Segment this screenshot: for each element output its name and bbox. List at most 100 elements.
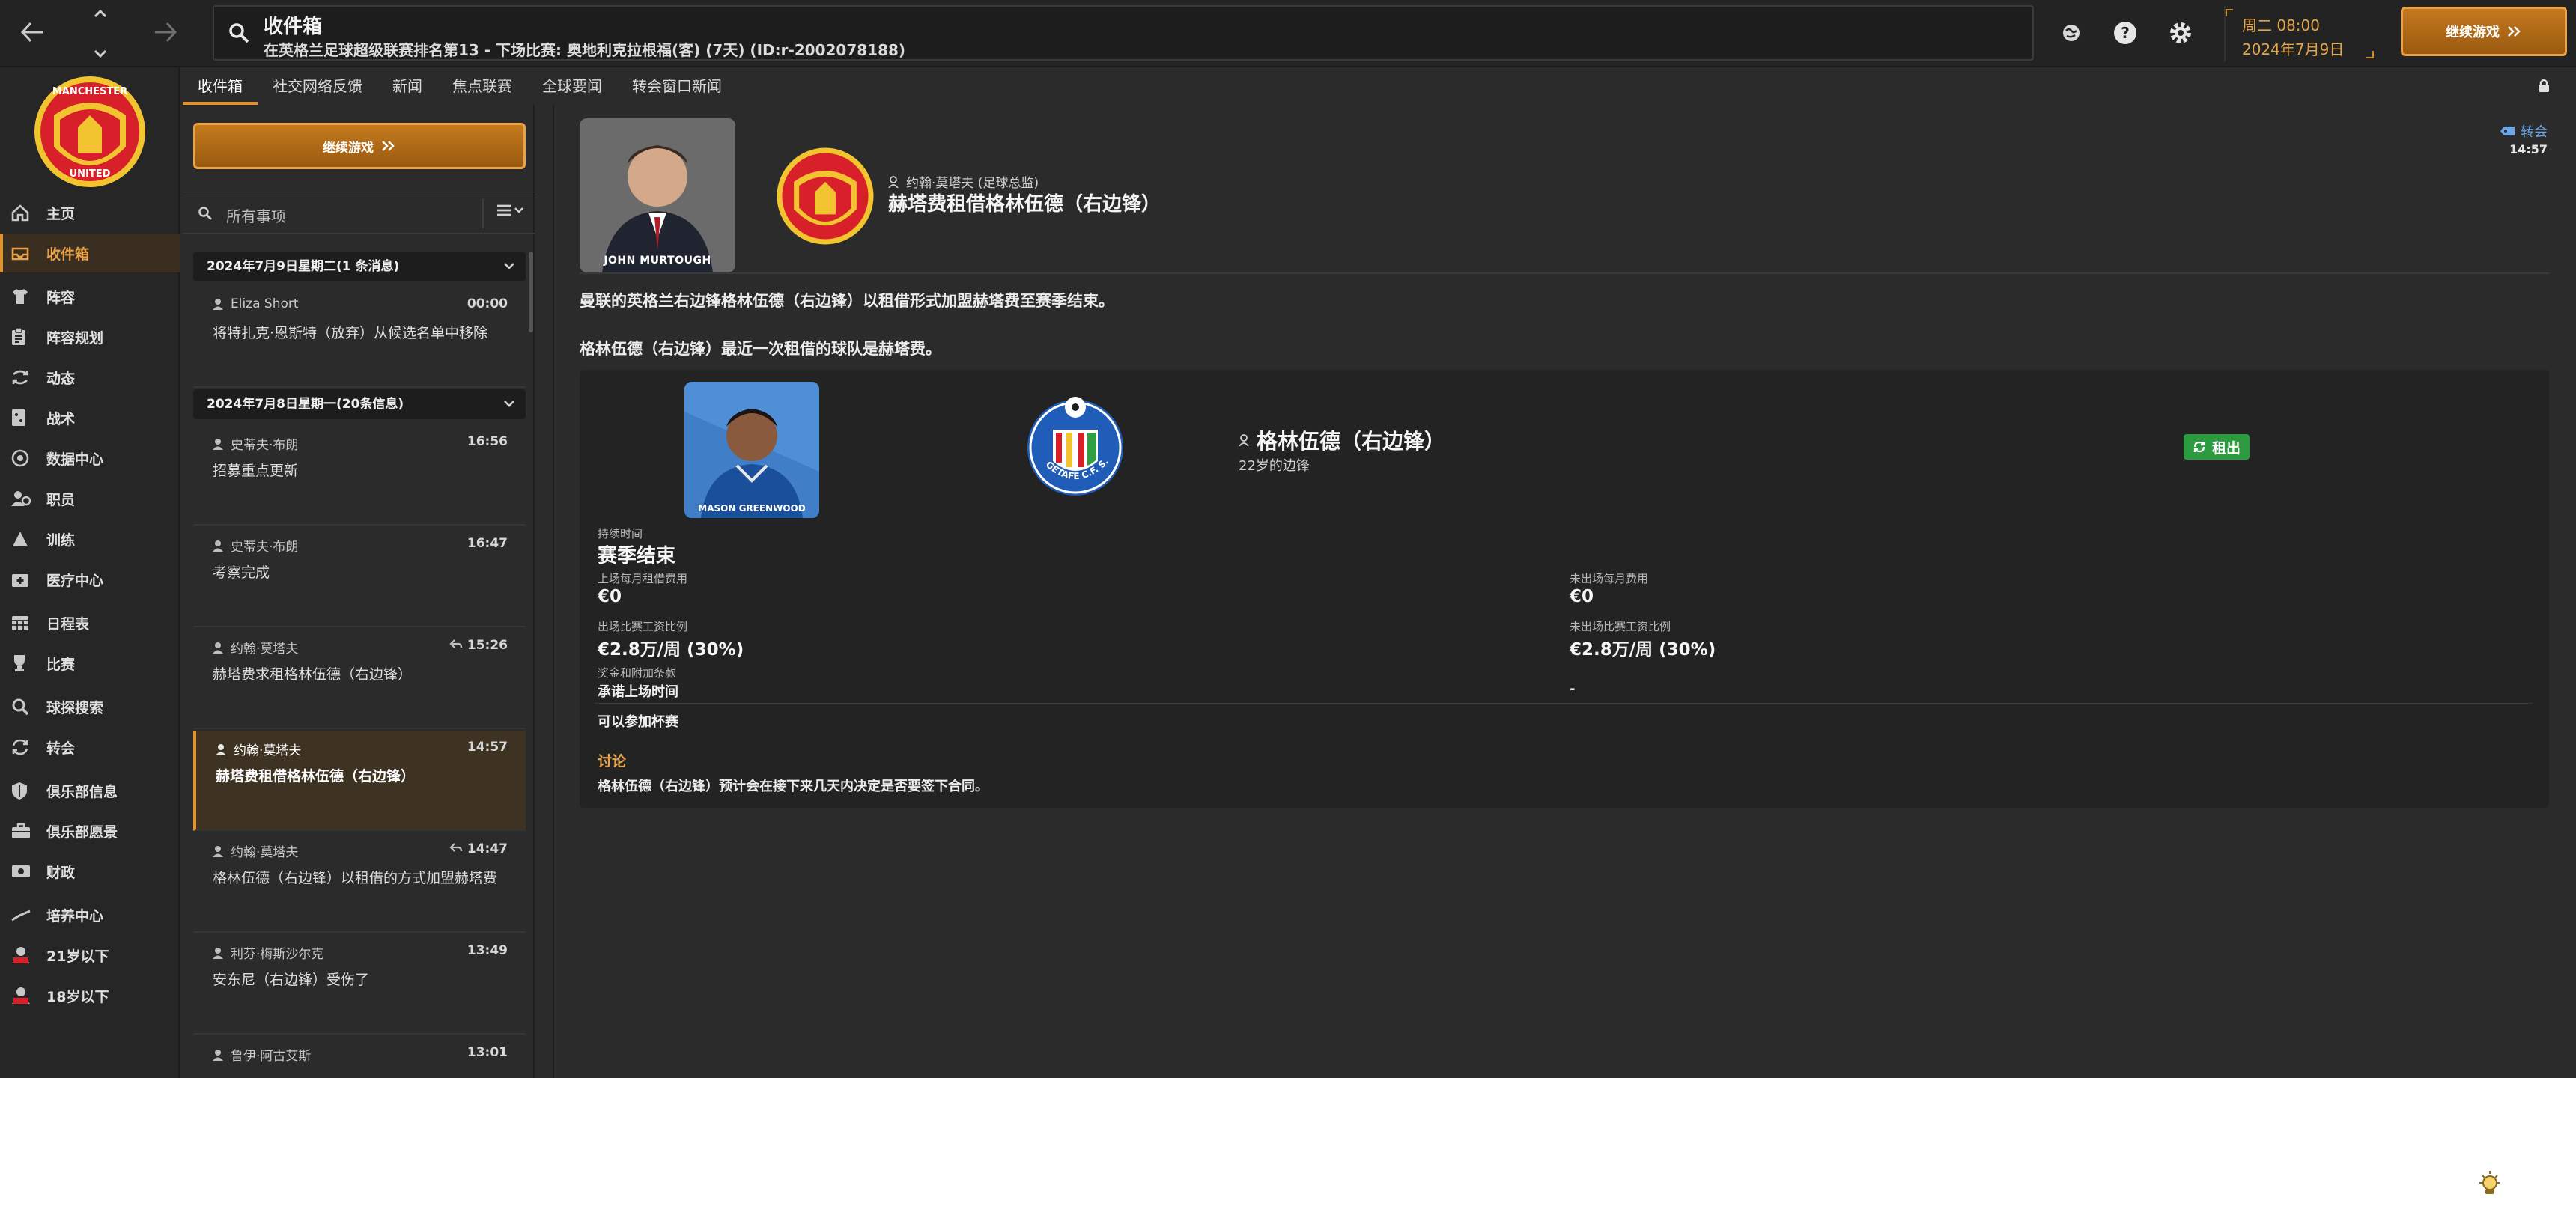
duration-label: 持续时间	[598, 527, 643, 540]
list-item[interactable]: 史蒂夫·布朗 16:56 招募重点更新	[193, 425, 526, 526]
sidebar-item-scouting[interactable]: 球探搜索	[0, 687, 180, 726]
inbox-continue-button[interactable]: 继续游戏	[193, 123, 526, 169]
sidebar-item-finances[interactable]: 财政	[0, 852, 180, 891]
tab-world-news[interactable]: 全球要闻	[527, 69, 617, 105]
inbox-filter-row[interactable]: 所有事项	[183, 192, 535, 234]
sidebar-item-staff[interactable]: 职员	[0, 479, 180, 518]
message-detail-time: 14:57	[2509, 142, 2548, 156]
sidebar-item-schedule[interactable]: 日程表	[0, 603, 180, 642]
person-icon	[1239, 434, 1249, 446]
person-icon	[213, 642, 223, 654]
svg-text:?: ?	[2121, 24, 2130, 42]
message-sender: 约翰·莫塔夫	[231, 845, 299, 860]
tab-news[interactable]: 新闻	[377, 69, 437, 105]
list-item[interactable]: Eliza Short 00:00 将特扎克·恩斯特（放弃）从候选名单中移除	[193, 287, 526, 388]
inbox-group-header[interactable]: 2024年7月9日星期二(1 条消息)	[193, 252, 526, 281]
clipboard-icon	[10, 326, 37, 348]
sidebar-item-tactics[interactable]: 战术	[0, 398, 180, 437]
sidebar-item-development-centre[interactable]: 培养中心	[0, 895, 180, 934]
tab-social-feedback[interactable]: 社交网络反馈	[258, 69, 377, 105]
sidebar-item-label: 俱乐部信息	[46, 783, 118, 800]
getafe-crest-logo[interactable]: GETAFE C.F. S.A.D.	[1023, 392, 1128, 499]
dynamics-icon	[10, 366, 37, 389]
transfer-tag-label: 转会	[2521, 124, 2548, 140]
sidebar-item-label: 球探搜索	[46, 699, 104, 716]
sidebar-item-club-info[interactable]: 俱乐部信息	[0, 771, 180, 810]
sidebar-item-competitions[interactable]: 比赛	[0, 644, 180, 683]
player-name-link[interactable]: 格林伍德（右边锋）	[1239, 425, 1445, 455]
sidebar-item-dynamics[interactable]: 动态	[0, 358, 180, 397]
trophy-icon	[10, 652, 37, 674]
message-subject: 格林伍德（右边锋）以租借的方式加盟赫塔费	[213, 870, 498, 886]
divider	[580, 272, 2549, 274]
sidebar-item-club-vision[interactable]: 俱乐部愿景	[0, 811, 180, 850]
chevron-up-icon[interactable]	[94, 9, 107, 18]
club-crest-logo[interactable]: MANCHESTER UNITED	[31, 72, 148, 192]
message-body-paragraph: 曼联的英格兰右边锋格林伍德（右边锋）以租借形式加盟赫塔费至赛季结束。	[580, 292, 1114, 310]
sidebar-item-squad[interactable]: 阵容	[0, 277, 180, 316]
tab-transfer-window-news[interactable]: 转会窗口新闻	[617, 69, 737, 105]
sidebar-item-inbox[interactable]: 收件箱	[0, 234, 180, 272]
list-item[interactable]: 史蒂夫·布朗 16:47 考察完成	[193, 527, 526, 627]
world-icon[interactable]	[2056, 18, 2086, 48]
club-crest-logo	[777, 147, 874, 245]
game-date-display[interactable]: 周二 08:00 2024年7月9日	[2224, 6, 2374, 61]
tab-focus-leagues[interactable]: 焦点联赛	[437, 69, 527, 105]
gear-icon[interactable]	[2166, 18, 2196, 48]
inbox-tabs: 收件箱 社交网络反馈 新闻 焦点联赛 全球要闻 转会窗口新闻	[183, 69, 737, 105]
sidebar-item-under-21[interactable]: 21岁以下	[0, 936, 180, 975]
message-detail-panel: JOHN MURTOUGH 约翰·莫塔夫 (足球总监) 赫塔费租借格林伍德（右边…	[553, 105, 2576, 1078]
header-search-bar[interactable]: 收件箱 在英格兰足球超级联赛排名第13 - 下场比赛: 奥地利克拉根福(客) (…	[213, 5, 2034, 61]
promised-playing-time-label: 承诺上场时间	[598, 684, 678, 700]
fee-unplayed-value: €0	[1570, 587, 1594, 606]
back-arrow-icon[interactable]	[13, 13, 51, 51]
help-icon[interactable]: ?	[2110, 18, 2140, 48]
sidebar-item-under-18[interactable]: 18岁以下	[0, 976, 180, 1015]
player-photo[interactable]: MASON GREENWOOD	[684, 382, 819, 518]
sidebar-item-label: 财政	[46, 864, 76, 881]
list-item[interactable]: 鲁伊·阿古艾斯 13:01	[193, 1036, 526, 1078]
list-item-selected[interactable]: 约翰·莫塔夫 14:57 赫塔费租借格林伍德（右边锋）	[193, 731, 526, 831]
chevron-down-icon	[503, 252, 515, 281]
list-item[interactable]: 利芬·梅斯沙尔克 13:49 安东尼（右边锋）受伤了	[193, 934, 526, 1035]
refresh-icon	[2193, 441, 2205, 453]
message-time: 13:49	[467, 943, 508, 958]
list-item[interactable]: 约翰·莫塔夫 15:26 赫塔费求租格林伍德（右边锋）	[193, 629, 526, 729]
hint-lightbulb-icon[interactable]	[2476, 1169, 2504, 1201]
inbox-group-header[interactable]: 2024年7月8日星期一(20条信息)	[193, 389, 526, 419]
list-options-icon[interactable]	[496, 201, 526, 224]
list-item[interactable]: 约翰·莫塔夫 14:47 格林伍德（右边锋）以租借的方式加盟赫塔费	[193, 832, 526, 933]
sidebar-item-squad-planner[interactable]: 阵容规划	[0, 317, 180, 356]
message-sender: 约翰·莫塔夫	[234, 743, 302, 758]
lock-icon[interactable]	[2537, 78, 2551, 96]
message-subject: 赫塔费租借格林伍德（右边锋）	[216, 768, 416, 785]
forward-arrow-icon[interactable]	[147, 13, 184, 51]
sidebar-item-label: 阵容规划	[46, 329, 104, 347]
sidebar-item-label: 21岁以下	[46, 948, 109, 965]
author-photo: JOHN MURTOUGH	[580, 118, 735, 272]
sidebar-item-transfers[interactable]: 转会	[0, 728, 180, 767]
sidebar-item-label: 数据中心	[46, 451, 104, 468]
sidebar-item-training[interactable]: 训练	[0, 520, 180, 558]
inbox-scrollbar[interactable]	[529, 252, 533, 332]
sidebar-item-medical-centre[interactable]: 医疗中心	[0, 560, 180, 599]
author-photo-caption: JOHN MURTOUGH	[604, 255, 711, 267]
sidebar-item-label: 转会	[46, 740, 76, 757]
continue-game-button[interactable]: 继续游戏	[2401, 7, 2567, 56]
sidebar-item-label: 俱乐部愿景	[46, 823, 118, 841]
sidebar-item-label: 比赛	[46, 656, 76, 673]
inbox-search-input[interactable]: 所有事项	[226, 204, 286, 226]
fee-unplayed-label: 未出场每月费用	[1570, 572, 1649, 585]
chevron-down-icon[interactable]	[94, 49, 107, 58]
search-icon	[10, 695, 37, 718]
message-subject: 将特扎克·恩斯特（放弃）从候选名单中移除	[213, 325, 488, 341]
sidebar-item-label: 培养中心	[46, 907, 104, 925]
tactics-icon	[10, 406, 37, 429]
sidebar-item-home[interactable]: 主页	[0, 193, 180, 232]
transfer-tag[interactable]: 转会	[2500, 121, 2548, 141]
message-time: 16:56	[467, 434, 508, 449]
svg-text:MANCHESTER: MANCHESTER	[52, 86, 127, 97]
tab-inbox[interactable]: 收件箱	[183, 69, 258, 105]
search-icon	[229, 23, 249, 43]
sidebar-item-data-hub[interactable]: 数据中心	[0, 439, 180, 478]
